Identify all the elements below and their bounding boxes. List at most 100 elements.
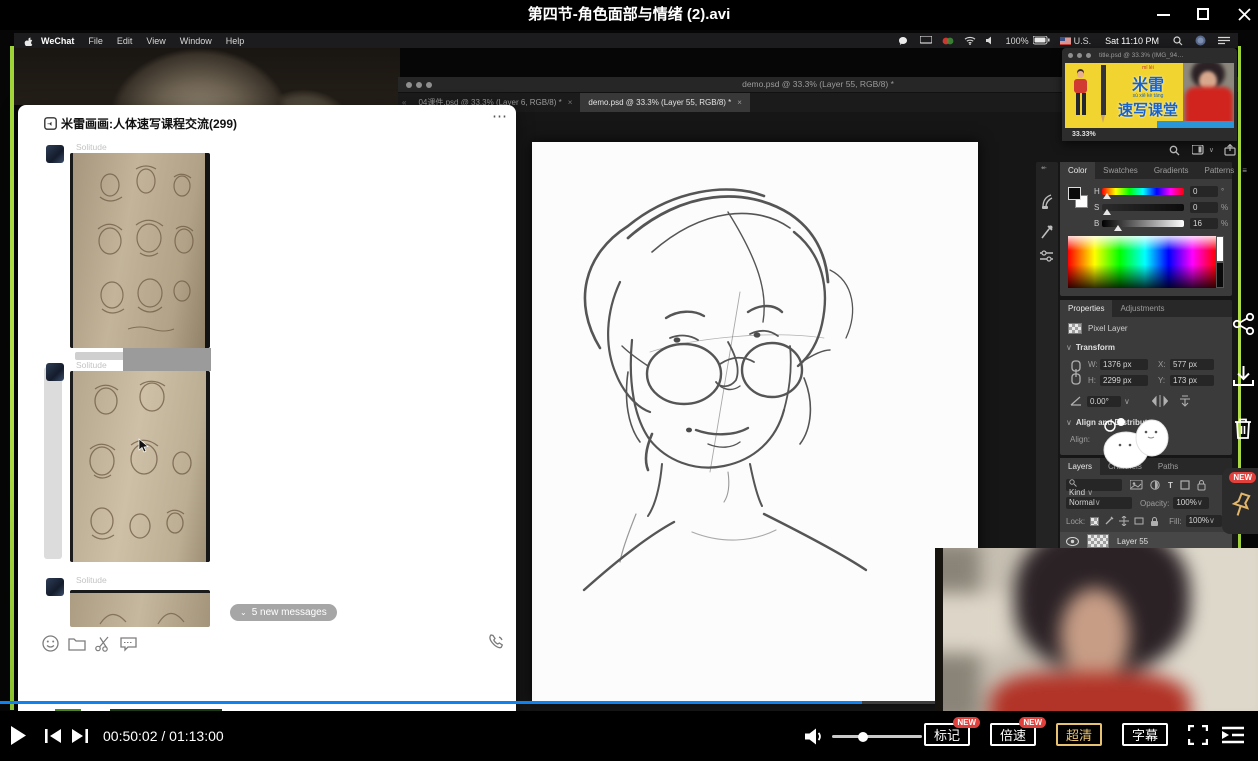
tab-color[interactable]: Color — [1060, 162, 1095, 179]
layer-thumbnail[interactable] — [1087, 534, 1109, 548]
avatar[interactable] — [46, 363, 64, 381]
fill-dropdown[interactable]: 100%∨ — [1186, 515, 1222, 527]
lock-transparent-icon[interactable] — [1090, 517, 1099, 526]
export-icon[interactable] — [1224, 144, 1236, 156]
workspace-chevron-icon[interactable]: ∨ — [1209, 146, 1214, 154]
new-messages-pill[interactable]: ⌄ 5 new messages — [230, 604, 337, 621]
filter-adjustment-icon[interactable] — [1150, 480, 1161, 490]
menubar-app-name[interactable]: WeChat — [41, 36, 74, 46]
brightness-slider-thumb[interactable] — [1114, 225, 1122, 231]
saturation-slider[interactable] — [1102, 204, 1184, 211]
menu-view[interactable]: View — [146, 36, 165, 46]
playlist-button[interactable] — [1222, 726, 1244, 744]
spectrum-black-chip[interactable] — [1216, 262, 1224, 288]
chat-image-sketch-2[interactable] — [70, 371, 210, 562]
minimize-button[interactable] — [1157, 14, 1170, 16]
menu-help[interactable]: Help — [226, 36, 245, 46]
avatar[interactable] — [46, 578, 64, 596]
adjust-sliders-icon[interactable] — [1040, 250, 1054, 262]
flip-vertical-icon[interactable] — [1178, 395, 1192, 407]
collapse-panels-icon[interactable]: ↞ — [1041, 164, 1047, 172]
w-value[interactable]: 1376 px — [1100, 359, 1148, 370]
chat-image-sketch-3[interactable] — [70, 590, 210, 627]
chat-more-button[interactable]: ⋯ — [492, 107, 508, 125]
filter-type-icon[interactable]: T — [1168, 481, 1173, 490]
layer-visibility-eye-icon[interactable] — [1066, 537, 1079, 546]
h-value[interactable]: 2299 px — [1100, 375, 1148, 386]
menu-window[interactable]: Window — [180, 36, 212, 46]
saturation-slider-thumb[interactable] — [1103, 209, 1111, 215]
menu-file[interactable]: File — [88, 36, 103, 46]
video-frame[interactable]: WeChat File Edit View Window Help 100% U… — [0, 30, 1258, 711]
control-center-icon[interactable] — [1218, 36, 1230, 45]
volume-slider-thumb[interactable] — [858, 732, 868, 742]
angle-dropdown-icon[interactable]: ∨ — [1124, 397, 1130, 406]
y-value[interactable]: 173 px — [1170, 375, 1214, 386]
share-icon[interactable] — [1232, 312, 1256, 336]
volume-slider[interactable] — [832, 735, 922, 738]
layer-name[interactable]: Layer 55 — [1117, 537, 1148, 546]
x-value[interactable]: 577 px — [1170, 359, 1214, 370]
panel-menu-icon[interactable]: ≡ — [1242, 166, 1247, 175]
colorsync-icon[interactable] — [942, 36, 954, 46]
lock-artboard-icon[interactable] — [1134, 516, 1145, 526]
foreground-color-swatch[interactable] — [1068, 187, 1081, 200]
tab-gradients[interactable]: Gradients — [1146, 162, 1197, 179]
chat-history-icon[interactable] — [120, 636, 138, 652]
mark-button[interactable]: 标记 NEW — [924, 723, 970, 746]
play-button[interactable] — [10, 725, 27, 746]
subtitle-button[interactable]: 字幕 — [1122, 723, 1168, 746]
lock-move-icon[interactable] — [1119, 516, 1129, 526]
flip-horizontal-icon[interactable] — [1152, 395, 1168, 407]
emoji-icon[interactable] — [42, 635, 59, 652]
input-region-label[interactable]: U.S. — [1074, 36, 1092, 46]
close-button[interactable] — [1238, 8, 1251, 21]
link-dimensions-icon[interactable] — [1070, 360, 1082, 386]
wifi-icon[interactable] — [964, 36, 976, 45]
filter-smart-icon[interactable] — [1197, 480, 1206, 491]
tab-properties[interactable]: Properties — [1060, 300, 1112, 317]
screenshot-scissors-icon[interactable] — [95, 636, 111, 652]
float-zoom-level[interactable]: 33.33% — [1072, 131, 1096, 138]
document-tab-demo[interactable]: demo.psd @ 33.3% (Layer 55, RGB/8) *× — [580, 93, 750, 112]
color-spectrum-picker[interactable] — [1068, 236, 1216, 288]
eyedropper-icon[interactable] — [1040, 224, 1054, 240]
menu-edit[interactable]: Edit — [117, 36, 133, 46]
download-icon[interactable] — [1231, 364, 1256, 388]
wechat-status-icon[interactable] — [898, 36, 910, 46]
filter-pixel-icon[interactable] — [1130, 480, 1143, 490]
siri-icon[interactable] — [1195, 35, 1206, 46]
previous-button[interactable] — [45, 729, 61, 743]
voice-call-icon[interactable] — [488, 633, 506, 651]
filter-shape-icon[interactable] — [1180, 480, 1190, 490]
kind-filter-dropdown[interactable]: Kind ∨ — [1066, 479, 1122, 491]
spotlight-icon[interactable] — [1173, 36, 1183, 46]
chat-scrollbar[interactable] — [44, 367, 62, 559]
trash-icon[interactable] — [1231, 415, 1255, 441]
avatar[interactable] — [46, 145, 64, 163]
speed-button[interactable]: 倍速 NEW — [990, 723, 1036, 746]
fullscreen-button[interactable] — [1188, 725, 1208, 745]
spectrum-white-chip[interactable] — [1216, 236, 1224, 262]
saturation-value[interactable]: 0 — [1190, 202, 1218, 213]
tab-swatches[interactable]: Swatches — [1095, 162, 1146, 179]
display-icon[interactable] — [920, 36, 932, 45]
hue-slider[interactable] — [1102, 188, 1184, 195]
tab-patterns[interactable]: Patterns — [1197, 162, 1243, 179]
search-icon[interactable] — [1169, 145, 1180, 156]
angle-value[interactable]: 0.00° — [1087, 396, 1121, 407]
history-brush-icon[interactable] — [1040, 194, 1054, 210]
tab-layers[interactable]: Layers — [1060, 458, 1100, 475]
hue-slider-thumb[interactable] — [1103, 193, 1111, 199]
opacity-dropdown[interactable]: 100%∨ — [1173, 497, 1209, 509]
volume-icon[interactable] — [986, 36, 996, 45]
blend-mode-dropdown[interactable]: Normal∨ — [1066, 497, 1132, 509]
pin-panel[interactable]: NEW — [1222, 468, 1258, 534]
photoshop-canvas[interactable] — [532, 142, 978, 702]
tab-adjustments[interactable]: Adjustments — [1112, 300, 1172, 317]
lock-all-icon[interactable] — [1150, 516, 1159, 527]
apple-icon[interactable] — [24, 36, 33, 46]
float-close-icon[interactable] — [1068, 53, 1073, 58]
folder-icon[interactable] — [68, 636, 86, 651]
workspace-icon[interactable] — [1192, 145, 1205, 156]
